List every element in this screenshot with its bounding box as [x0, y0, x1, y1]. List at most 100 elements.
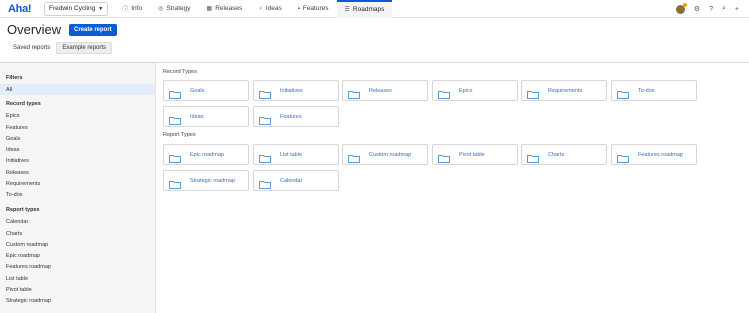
filter-all[interactable]: All	[0, 84, 155, 95]
filters-sidebar: Filters All Record types Epics Features …	[0, 63, 156, 313]
folder-icon	[259, 86, 271, 99]
workspace-switcher[interactable]: Fredwin Cycling ▼	[44, 1, 109, 16]
card-label: Features	[280, 113, 302, 120]
card-custom-roadmap[interactable]: Custom roadmap	[342, 144, 428, 165]
nav-tab-info[interactable]: ⓘ Info	[114, 0, 150, 18]
report-tabs: Saved reports Example reports	[7, 42, 113, 54]
help-icon[interactable]: ?	[709, 6, 713, 13]
card-label: Ideas	[190, 113, 204, 120]
card-features-roadmap[interactable]: Features roadmap	[611, 144, 697, 165]
calendar-icon: ▦	[206, 6, 213, 12]
tab-example-reports[interactable]: Example reports	[56, 42, 113, 54]
roadmap-icon: ☰	[344, 7, 350, 13]
card-list-table[interactable]: List table	[253, 144, 339, 165]
filter-features[interactable]: Features	[0, 122, 155, 133]
card-label: Features roadmap	[638, 151, 683, 158]
card-pivot-table[interactable]: Pivot table	[432, 144, 518, 165]
filter-goals[interactable]: Goals	[0, 133, 155, 144]
chevron-down-icon: ▼	[98, 5, 104, 12]
card-ideas[interactable]: Ideas	[163, 106, 249, 127]
folder-icon	[259, 150, 271, 163]
lightbulb-icon: ♀	[258, 5, 263, 12]
card-releases[interactable]: Releases	[342, 80, 428, 101]
filter-epics[interactable]: Epics	[0, 110, 155, 121]
nav-tab-label: Roadmaps	[352, 6, 385, 13]
nav-tab-roadmaps[interactable]: ☰ Roadmaps	[336, 0, 393, 18]
filter-custom-roadmap[interactable]: Custom roadmap	[0, 239, 155, 250]
folder-icon	[527, 86, 539, 99]
folder-icon	[348, 150, 360, 163]
nav-right-tools: ⚙ ? ⌕ +	[667, 0, 739, 18]
filter-features-roadmap[interactable]: Features roadmap	[0, 261, 155, 272]
filter-charts[interactable]: Charts	[0, 228, 155, 239]
strategy-icon: ◎	[158, 6, 164, 12]
card-label: List table	[280, 151, 303, 158]
card-label: Requirements	[548, 87, 583, 94]
nav-tab-features[interactable]: ▪ Features	[290, 0, 337, 18]
nav-tabs: ⓘ Info ◎ Strategy ▦ Releases ♀ Ideas ▪ F…	[114, 0, 393, 18]
folder-icon	[438, 150, 450, 163]
tab-saved-reports[interactable]: Saved reports	[7, 42, 56, 54]
folder-icon	[259, 176, 271, 189]
top-nav: Aha! Fredwin Cycling ▼ ⓘ Info ◎ Strategy…	[0, 0, 749, 18]
folder-icon	[617, 150, 629, 163]
filter-initiatives[interactable]: Initiatives	[0, 155, 155, 166]
folder-icon	[169, 86, 181, 99]
card-label: Calendar	[280, 177, 303, 184]
nav-tab-label: Features	[302, 5, 329, 12]
filter-ideas[interactable]: Ideas	[0, 144, 155, 155]
avatar[interactable]	[675, 2, 687, 14]
nav-tab-ideas[interactable]: ♀ Ideas	[250, 0, 289, 18]
folder-icon	[348, 86, 360, 99]
card-epic-roadmap[interactable]: Epic roadmap	[163, 144, 249, 165]
nav-tab-label: Releases	[215, 5, 243, 12]
search-icon[interactable]: ⌕	[722, 5, 726, 13]
card-label: Releases	[369, 87, 392, 94]
card-goals[interactable]: Goals	[163, 80, 249, 101]
nav-tab-strategy[interactable]: ◎ Strategy	[150, 0, 198, 18]
folder-icon	[169, 176, 181, 189]
folder-icon	[617, 86, 629, 99]
card-features[interactable]: Features	[253, 106, 339, 127]
nav-tab-label: Ideas	[265, 5, 282, 12]
filter-requirements[interactable]: Requirements	[0, 178, 155, 189]
card-label: Goals	[190, 87, 205, 94]
card-requirements[interactable]: Requirements	[521, 80, 607, 101]
info-icon: ⓘ	[122, 7, 129, 13]
card-to-dos[interactable]: To-dos	[611, 80, 697, 101]
card-calendar[interactable]: Calendar	[253, 170, 339, 191]
filter-list-table[interactable]: List table	[0, 273, 155, 284]
filter-releases[interactable]: Releases	[0, 167, 155, 178]
nav-tab-releases[interactable]: ▦ Releases	[199, 0, 251, 18]
card-strategic-roadmap[interactable]: Strategic roadmap	[163, 170, 249, 191]
card-label: Strategic roadmap	[190, 177, 235, 184]
card-charts[interactable]: Charts	[521, 144, 607, 165]
card-epics[interactable]: Epics	[432, 80, 518, 101]
card-label: To-dos	[638, 87, 655, 94]
settings-icon[interactable]: ⚙	[694, 5, 700, 13]
create-report-button[interactable]: Create report	[69, 24, 117, 36]
folder-icon	[169, 150, 181, 163]
filter-calendar[interactable]: Calendar	[0, 216, 155, 227]
add-icon[interactable]: +	[735, 6, 739, 13]
filter-to-dos[interactable]: To-dos	[0, 189, 155, 200]
card-label: Epic roadmap	[190, 151, 224, 158]
folder-icon	[527, 150, 539, 163]
aha-logo[interactable]: Aha!	[8, 3, 38, 15]
folder-icon	[169, 112, 181, 125]
record-types-heading: Record types	[6, 101, 41, 107]
filter-strategic-roadmap[interactable]: Strategic roadmap	[0, 295, 155, 306]
report-types-heading: Report types	[6, 207, 40, 213]
card-label: Charts	[548, 151, 565, 158]
filter-pivot-table[interactable]: Pivot table	[0, 284, 155, 295]
folder-icon	[259, 112, 271, 125]
grid-icon: ▪	[297, 5, 300, 12]
card-initiatives[interactable]: Initiatives	[253, 80, 339, 101]
record-types-title: Record Types	[163, 69, 197, 75]
nav-tab-label: Info	[131, 5, 143, 12]
card-label: Epics	[459, 87, 473, 94]
report-types-title: Report Types	[163, 132, 196, 138]
card-label: Pivot table	[459, 151, 485, 158]
page-title: Overview	[7, 22, 62, 37]
filter-epic-roadmap[interactable]: Epic roadmap	[0, 250, 155, 261]
